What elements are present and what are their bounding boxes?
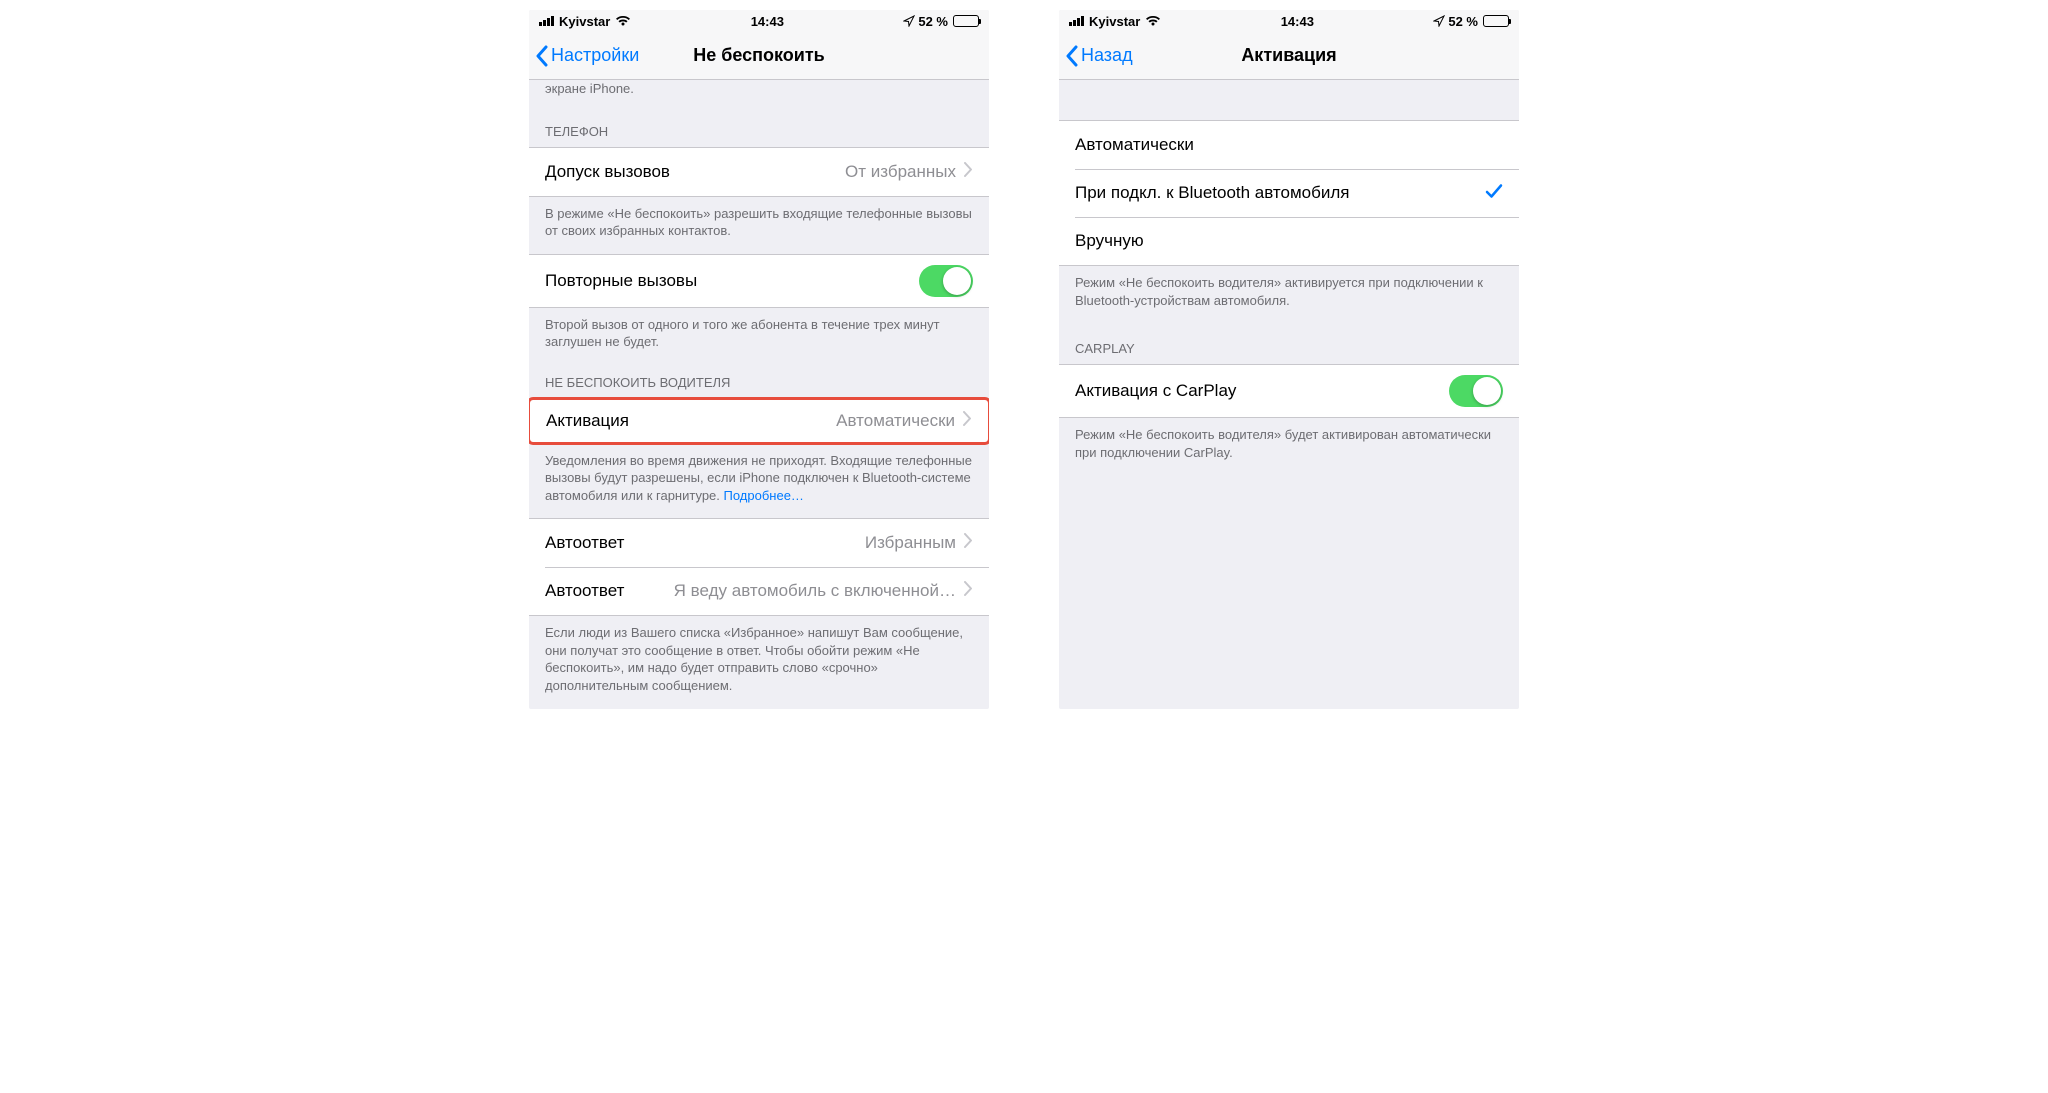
battery-percent: 52 %: [1448, 14, 1478, 29]
screen-activation: Kyivstar 14:43 52 % Назад Активация Авто…: [1059, 10, 1519, 709]
autoreply-to-row[interactable]: Автоответ Избранным: [529, 519, 989, 567]
repeat-calls-footer: Второй вызов от одного и того же абонент…: [529, 308, 989, 365]
activation-label: Активация: [546, 411, 629, 431]
checkmark-icon: [1485, 183, 1503, 204]
battery-icon: [953, 15, 979, 27]
nav-bar: Назад Активация: [1059, 32, 1519, 80]
location-icon: [1433, 15, 1445, 27]
wifi-icon: [1145, 15, 1161, 27]
autoreply-message-row[interactable]: Автоответ Я веду автомобиль с включенной…: [529, 567, 989, 615]
allow-calls-row[interactable]: Допуск вызовов От избранных: [529, 148, 989, 196]
option-automatic[interactable]: Автоматически: [1059, 121, 1519, 169]
option-automatic-label: Автоматически: [1075, 135, 1194, 155]
chevron-left-icon: [1065, 45, 1079, 67]
signal-icon: [539, 16, 554, 26]
option-bluetooth-label: При подкл. к Bluetooth автомобиля: [1075, 183, 1349, 203]
repeat-calls-label: Повторные вызовы: [545, 271, 697, 291]
activation-value: Автоматически: [629, 411, 955, 431]
back-button[interactable]: Назад: [1059, 45, 1133, 67]
chevron-right-icon: [964, 581, 973, 601]
autoreply-to-value: Избранным: [624, 533, 956, 553]
carplay-activation-row[interactable]: Активация с CarPlay: [1059, 365, 1519, 417]
section-header-carplay: CARPLAY: [1059, 323, 1519, 364]
back-label: Настройки: [551, 45, 639, 66]
autoreply-footer: Если люди из Вашего списка «Избранное» н…: [529, 616, 989, 708]
status-bar: Kyivstar 14:43 52 %: [1059, 10, 1519, 32]
allow-calls-footer: В режиме «Не беспокоить» разрешить входя…: [529, 197, 989, 254]
battery-icon: [1483, 15, 1509, 27]
signal-icon: [1069, 16, 1084, 26]
location-icon: [903, 15, 915, 27]
wifi-icon: [615, 15, 631, 27]
back-label: Назад: [1081, 45, 1133, 66]
carplay-activation-toggle[interactable]: [1449, 375, 1503, 407]
chevron-right-icon: [963, 411, 972, 431]
chevron-right-icon: [964, 533, 973, 553]
status-bar: Kyivstar 14:43 52 %: [529, 10, 989, 32]
repeat-calls-toggle[interactable]: [919, 265, 973, 297]
autoreply-message-value: Я веду автомобиль с включенной…: [624, 581, 956, 601]
autoreply-to-label: Автоответ: [545, 533, 624, 553]
allow-calls-label: Допуск вызовов: [545, 162, 670, 182]
clock: 14:43: [1281, 14, 1314, 29]
activation-footer: Уведомления во время движения не приходя…: [529, 444, 989, 519]
option-manual[interactable]: Вручную: [1059, 217, 1519, 265]
section-header-driver: НЕ БЕСПОКОИТЬ ВОДИТЕЛЯ: [529, 365, 989, 398]
option-bluetooth[interactable]: При подкл. к Bluetooth автомобиля: [1059, 169, 1519, 217]
content: Автоматически При подкл. к Bluetooth авт…: [1059, 80, 1519, 709]
learn-more-link[interactable]: Подробнее…: [724, 488, 804, 503]
chevron-right-icon: [964, 162, 973, 182]
carplay-footer: Режим «Не беспокоить водителя» будет акт…: [1059, 418, 1519, 475]
clock: 14:43: [751, 14, 784, 29]
activation-row[interactable]: Активация Автоматически: [529, 397, 989, 445]
nav-bar: Настройки Не беспокоить: [529, 32, 989, 80]
section-header-phone: ТЕЛЕФОН: [529, 106, 989, 147]
battery-percent: 52 %: [918, 14, 948, 29]
options-footer: Режим «Не беспокоить водителя» активируе…: [1059, 266, 1519, 323]
screen-do-not-disturb: Kyivstar 14:43 52 % Настройки Не беспоко…: [529, 10, 989, 709]
carrier-label: Kyivstar: [559, 14, 610, 29]
autoreply-message-label: Автоответ: [545, 581, 624, 601]
truncated-footer: экране iPhone.: [529, 80, 989, 106]
carplay-activation-label: Активация с CarPlay: [1075, 381, 1236, 401]
content: экране iPhone. ТЕЛЕФОН Допуск вызовов От…: [529, 80, 989, 709]
back-button[interactable]: Настройки: [529, 45, 639, 67]
carrier-label: Kyivstar: [1089, 14, 1140, 29]
chevron-left-icon: [535, 45, 549, 67]
repeat-calls-row[interactable]: Повторные вызовы: [529, 255, 989, 307]
allow-calls-value: От избранных: [670, 162, 956, 182]
option-manual-label: Вручную: [1075, 231, 1144, 251]
